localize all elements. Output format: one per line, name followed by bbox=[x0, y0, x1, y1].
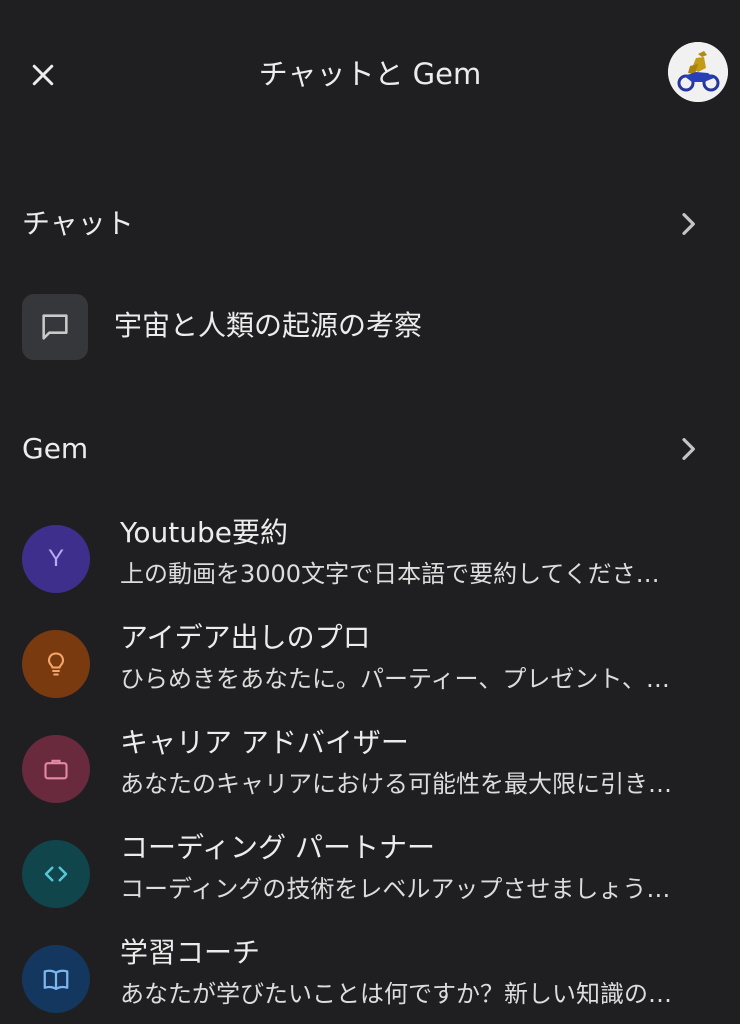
gem-description: 上の動画を3000文字で日本語で要約してくださ… bbox=[120, 560, 660, 588]
gems-section-label: Gem bbox=[22, 432, 89, 465]
chat-title: 宇宙と人類の起源の考察 bbox=[114, 309, 423, 342]
avatar[interactable] bbox=[668, 42, 728, 102]
gem-description: あなたのキャリアにおける可能性を最大限に引き… bbox=[120, 770, 672, 798]
briefcase-icon bbox=[44, 759, 68, 780]
gem-badge bbox=[22, 630, 90, 698]
gem-badge bbox=[22, 945, 90, 1013]
gem-description: あなたが学びたいことは何ですか？新しい知識の… bbox=[120, 980, 672, 1008]
gem-title: Youtube要約 bbox=[120, 516, 288, 549]
motorcycle-rider-icon bbox=[668, 42, 728, 102]
gem-description: ひらめきをあなたに。パーティー、プレゼント、… bbox=[120, 665, 670, 693]
gem-title: コーディング パートナー bbox=[120, 831, 435, 864]
page-title: チャットと Gem bbox=[258, 57, 482, 91]
chats-section-header[interactable]: チャット bbox=[0, 194, 740, 254]
gems-section-header[interactable]: Gem bbox=[0, 419, 740, 479]
chat-list-item[interactable]: 宇宙と人類の起源の考察 bbox=[0, 292, 740, 366]
gem-badge: Y bbox=[22, 525, 90, 593]
gem-title: アイデア出しのプロ bbox=[120, 621, 371, 654]
code-icon bbox=[44, 866, 68, 882]
top-app-bar: チャットと Gem bbox=[0, 36, 740, 112]
lightbulb-icon bbox=[47, 652, 65, 676]
gem-description: コーディングの技術をレベルアップさせましょう… bbox=[120, 875, 671, 903]
gem-item-learning-coach[interactable]: 学習コーチ あなたが学びたいことは何ですか？新しい知識の… bbox=[0, 933, 740, 1024]
gem-item-career-advisor[interactable]: キャリア アドバイザー あなたのキャリアにおける可能性を最大限に引き… bbox=[0, 723, 740, 823]
gem-item-youtube-summary[interactable]: Y Youtube要約 上の動画を3000文字で日本語で要約してくださ… bbox=[0, 513, 740, 613]
gems-and-chats-screen: チャットと Gem チャット 宇宙と人類の起源の考察 Gem Y Youtube… bbox=[0, 0, 740, 1024]
gem-title: 学習コーチ bbox=[120, 936, 261, 969]
chats-section-label: チャット bbox=[22, 207, 134, 240]
open-book-icon bbox=[43, 969, 69, 991]
gem-item-coding-partner[interactable]: コーディング パートナー コーディングの技術をレベルアップさせましょう… bbox=[0, 828, 740, 928]
gem-badge bbox=[22, 735, 90, 803]
chat-bubble-icon bbox=[42, 314, 68, 340]
chat-icon-container bbox=[22, 294, 88, 360]
gem-title: キャリア アドバイザー bbox=[120, 726, 409, 759]
chevron-right-icon bbox=[682, 213, 695, 235]
gem-item-idea-pro[interactable]: アイデア出しのプロ ひらめきをあなたに。パーティー、プレゼント、… bbox=[0, 618, 740, 718]
gem-badge bbox=[22, 840, 90, 908]
chevron-right-icon bbox=[682, 438, 695, 460]
